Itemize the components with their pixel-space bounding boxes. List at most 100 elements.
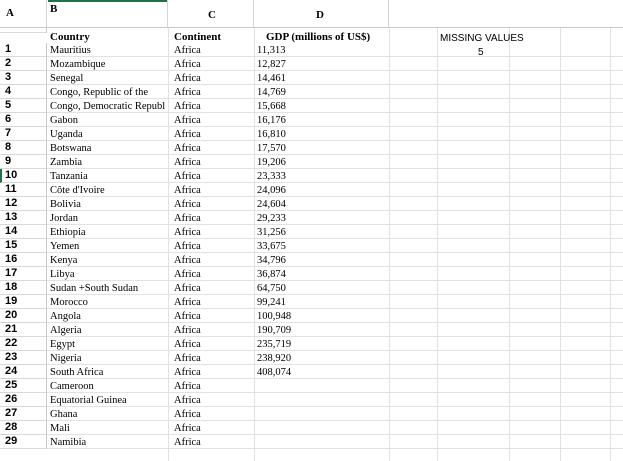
country-cell[interactable]: Côte d'Ivoire: [50, 184, 167, 197]
row-header[interactable]: 28: [0, 421, 47, 435]
continent-cell[interactable]: Africa: [174, 156, 201, 169]
continent-cell[interactable]: Africa: [174, 254, 201, 267]
continent-cell[interactable]: Africa: [174, 436, 201, 449]
country-cell[interactable]: Cameroon: [50, 380, 167, 393]
continent-cell[interactable]: Africa: [174, 142, 201, 155]
row-header[interactable]: 9: [0, 155, 47, 169]
continent-cell[interactable]: Africa: [174, 366, 201, 379]
row-header[interactable]: 12: [0, 197, 47, 211]
continent-cell[interactable]: Africa: [174, 72, 201, 85]
gdp-cell[interactable]: 11,313: [257, 44, 286, 57]
country-cell[interactable]: Congo, Republic of the: [50, 86, 167, 99]
row-header[interactable]: 4: [0, 85, 47, 99]
row-header[interactable]: 11: [0, 183, 47, 197]
row-header[interactable]: 18: [0, 281, 47, 295]
country-cell[interactable]: Congo, Democratic Republ: [50, 100, 167, 113]
row-header[interactable]: 27: [0, 407, 47, 421]
country-cell[interactable]: Morocco: [50, 296, 167, 309]
continent-cell[interactable]: Africa: [174, 380, 201, 393]
gdp-cell[interactable]: 17,570: [257, 142, 286, 155]
country-cell[interactable]: Equatorial Guinea: [50, 394, 167, 407]
column-header-d[interactable]: D: [254, 0, 389, 28]
gdp-cell[interactable]: 14,461: [257, 72, 286, 85]
country-cell[interactable]: Gabon: [50, 114, 167, 127]
gdp-cell[interactable]: 24,096: [257, 184, 286, 197]
continent-cell[interactable]: Africa: [174, 408, 201, 421]
country-cell[interactable]: Namibia: [50, 436, 167, 449]
country-cell[interactable]: Tanzania: [50, 170, 167, 183]
column-header-c[interactable]: C: [168, 0, 254, 28]
continent-cell[interactable]: Africa: [174, 184, 201, 197]
row-header[interactable]: 6: [0, 113, 47, 127]
continent-cell[interactable]: Africa: [174, 422, 201, 435]
gdp-cell[interactable]: 36,874: [257, 268, 286, 281]
row-header[interactable]: 10: [0, 169, 47, 183]
country-cell[interactable]: Jordan: [50, 212, 167, 225]
country-cell[interactable]: Botswana: [50, 142, 167, 155]
country-cell[interactable]: Senegal: [50, 72, 167, 85]
gdp-cell[interactable]: 14,769: [257, 86, 286, 99]
row-header[interactable]: 23: [0, 351, 47, 365]
continent-cell[interactable]: Africa: [174, 212, 201, 225]
gdp-cell[interactable]: 16,810: [257, 128, 286, 141]
continent-cell[interactable]: Africa: [174, 324, 201, 337]
continent-cell[interactable]: Africa: [174, 338, 201, 351]
row-header[interactable]: 5: [0, 99, 47, 113]
gdp-cell[interactable]: 24,604: [257, 198, 286, 211]
row-header[interactable]: 2: [0, 57, 47, 71]
column-header-b[interactable]: B: [47, 0, 168, 28]
country-cell[interactable]: Mozambique: [50, 58, 167, 71]
country-cell[interactable]: Libya: [50, 268, 167, 281]
row-header[interactable]: 24: [0, 365, 47, 379]
gdp-cell[interactable]: 33,675: [257, 240, 286, 253]
gdp-cell[interactable]: 238,920: [257, 352, 291, 365]
continent-cell[interactable]: Africa: [174, 58, 201, 71]
row-header[interactable]: 8: [0, 141, 47, 155]
country-cell[interactable]: Nigeria: [50, 352, 167, 365]
row-header[interactable]: 14: [0, 225, 47, 239]
country-cell[interactable]: Sudan +South Sudan: [50, 282, 167, 295]
gdp-cell[interactable]: 235,719: [257, 338, 291, 351]
continent-cell[interactable]: Africa: [174, 394, 201, 407]
row-header[interactable]: 19: [0, 295, 47, 309]
gdp-cell[interactable]: 99,241: [257, 296, 286, 309]
continent-cell[interactable]: Africa: [174, 310, 201, 323]
country-cell[interactable]: Ghana: [50, 408, 167, 421]
row-header[interactable]: 20: [0, 309, 47, 323]
country-cell[interactable]: Egypt: [50, 338, 167, 351]
country-cell[interactable]: Algeria: [50, 324, 167, 337]
continent-cell[interactable]: Africa: [174, 114, 201, 127]
continent-cell[interactable]: Africa: [174, 282, 201, 295]
country-cell[interactable]: Zambia: [50, 156, 167, 169]
gdp-cell[interactable]: 19,206: [257, 156, 286, 169]
gdp-cell[interactable]: 12,827: [257, 58, 286, 71]
country-cell[interactable]: Ethiopia: [50, 226, 167, 239]
country-cell[interactable]: Bolivia: [50, 198, 167, 211]
row-header[interactable]: 22: [0, 337, 47, 351]
continent-cell[interactable]: Africa: [174, 352, 201, 365]
gdp-cell[interactable]: 408,074: [257, 366, 291, 379]
gdp-cell[interactable]: 16,176: [257, 114, 286, 127]
row-header[interactable]: 1: [0, 43, 47, 57]
column-header-a[interactable]: A: [0, 0, 47, 28]
gdp-cell[interactable]: 64,750: [257, 282, 286, 295]
row-header[interactable]: 3: [0, 71, 47, 85]
country-cell[interactable]: Mauritius: [50, 44, 167, 57]
gdp-cell[interactable]: 15,668: [257, 100, 286, 113]
country-cell[interactable]: Angola: [50, 310, 167, 323]
gdp-cell[interactable]: 23,333: [257, 170, 286, 183]
continent-cell[interactable]: Africa: [174, 240, 201, 253]
gdp-cell[interactable]: 34,796: [257, 254, 286, 267]
country-cell[interactable]: Uganda: [50, 128, 167, 141]
gdp-cell[interactable]: 29,233: [257, 212, 286, 225]
continent-cell[interactable]: Africa: [174, 268, 201, 281]
continent-cell[interactable]: Africa: [174, 86, 201, 99]
country-cell[interactable]: Kenya: [50, 254, 167, 267]
country-cell[interactable]: Yemen: [50, 240, 167, 253]
row-header-0[interactable]: [0, 28, 47, 33]
country-cell[interactable]: South Africa: [50, 366, 167, 379]
continent-cell[interactable]: Africa: [174, 44, 201, 57]
continent-cell[interactable]: Africa: [174, 296, 201, 309]
row-header[interactable]: 25: [0, 379, 47, 393]
row-header[interactable]: 16: [0, 253, 47, 267]
